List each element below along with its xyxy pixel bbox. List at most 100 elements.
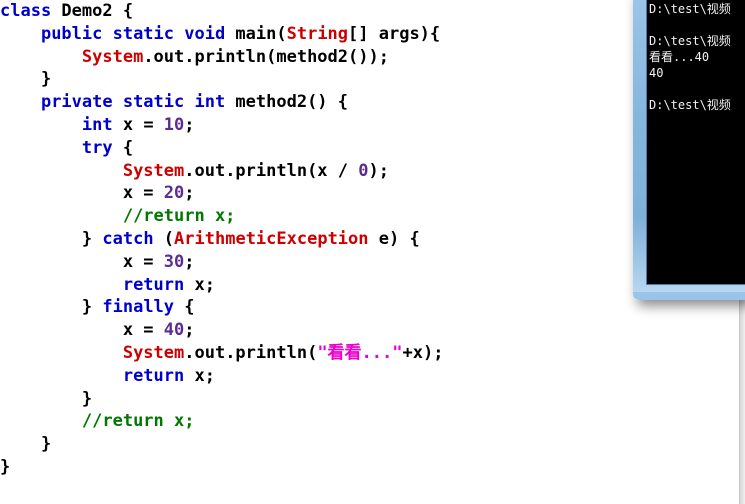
code-line: }: [0, 388, 443, 411]
code-token-pln: );: [368, 160, 389, 181]
code-line: x = 20;: [0, 182, 443, 205]
code-token-pln: .out.println(: [184, 342, 318, 363]
code-token-num: 20: [163, 183, 185, 204]
console-line: 看看...40: [649, 50, 710, 64]
code-token-num: 10: [163, 114, 185, 135]
code-line: //return x;: [0, 410, 443, 433]
code-line: return x;: [0, 274, 443, 297]
code-line: System.out.println("看看..."+x);: [0, 342, 444, 365]
console-line: 40: [649, 66, 664, 80]
console-line: D:\test\视频: [649, 34, 731, 48]
code-token-pln: x =: [122, 183, 164, 204]
code-token-pln: ;: [184, 183, 195, 204]
code-line: private static int method2() {: [0, 91, 443, 114]
code-token-pln: (: [163, 228, 175, 249]
code-token-pln: x =: [122, 114, 164, 135]
code-token-kw: public static void: [40, 23, 236, 44]
code-token-pln: }: [81, 388, 93, 409]
code-token-pln: ;: [184, 320, 195, 341]
code-token-pln: {: [184, 297, 195, 318]
code-line: } catch (ArithmeticException e) {: [0, 228, 443, 251]
code-token-cls: String: [286, 23, 349, 44]
code-token-kw: try: [81, 137, 123, 158]
console-line: D:\test\视频: [649, 98, 731, 112]
console-output-text: D:\test\视频 D:\test\视频 看看...40 40 D:\test\视频: [649, 1, 745, 284]
code-token-pln: x;: [194, 365, 215, 386]
code-line: }: [0, 433, 443, 456]
console-window[interactable]: D:\test\视频 D:\test\视频 看看...40 40 D:\test\视频: [633, 0, 745, 300]
code-line: class Demo2 {: [0, 0, 443, 23]
code-token-cls: System: [81, 46, 144, 67]
code-token-pln: ;: [184, 114, 195, 135]
code-token-pln: }: [81, 297, 103, 318]
code-token-pln: .out.println(x /: [184, 160, 359, 181]
code-token-pln: e) {: [368, 228, 420, 249]
console-window-frame: D:\test\视频 D:\test\视频 看看...40 40 D:\test\视频: [633, 0, 745, 300]
code-line: x = 30;: [0, 251, 443, 274]
code-token-num: 40: [163, 320, 185, 341]
code-token-pln: }: [40, 434, 52, 455]
code-line: }: [0, 68, 443, 91]
code-token-pln: x =: [122, 251, 164, 272]
code-token-pln: main(: [235, 23, 287, 44]
code-token-pln: }: [81, 228, 103, 249]
code-token-pln: x;: [194, 274, 215, 295]
code-token-kw: return: [122, 274, 195, 295]
code-line: System.out.println(x / 0);: [0, 160, 443, 183]
code-line: return x;: [0, 365, 443, 388]
code-token-num: 0: [358, 160, 369, 181]
code-text[interactable]: class Demo2 { public static void main(St…: [0, 0, 443, 479]
code-token-pln: }: [40, 69, 52, 90]
code-token-pln: [] args){: [348, 23, 441, 44]
code-token-cls: ArithmeticException: [174, 228, 369, 249]
code-token-num: 30: [163, 251, 185, 272]
code-token-pln: }: [0, 456, 11, 477]
code-token-pln: +x);: [402, 342, 444, 363]
code-token-kw: int: [81, 114, 123, 135]
code-token-kw: return: [122, 365, 195, 386]
code-token-pln: ;: [184, 251, 195, 272]
code-token-cmt: //return x;: [81, 411, 195, 432]
console-output-area[interactable]: D:\test\视频 D:\test\视频 看看...40 40 D:\test\视频: [646, 0, 745, 285]
code-line: public static void main(String[] args){: [0, 23, 443, 46]
code-token-pln: .out.println(method2());: [143, 46, 389, 67]
code-token-kw: private static int: [40, 92, 236, 113]
code-line: x = 40;: [0, 319, 443, 342]
code-token-cmt: //return x;: [122, 206, 236, 227]
code-line: }: [0, 456, 443, 479]
code-token-cls: System: [122, 342, 185, 363]
code-token-pln: method2() {: [235, 92, 349, 113]
code-line: } finally {: [0, 296, 443, 319]
code-token-kw: catch: [102, 228, 164, 249]
code-line: try {: [0, 137, 443, 160]
code-token-pln: x =: [122, 320, 164, 341]
code-token-cls: System: [122, 160, 185, 181]
code-line: System.out.println(method2());: [0, 46, 443, 69]
code-token-kw: finally: [102, 297, 185, 318]
code-line: //return x;: [0, 205, 443, 228]
code-token-kw: class: [0, 1, 62, 21]
code-token-pln: {: [122, 137, 134, 158]
code-token-str: "看看...": [317, 342, 403, 363]
code-token-pln: Demo2 {: [61, 1, 134, 21]
